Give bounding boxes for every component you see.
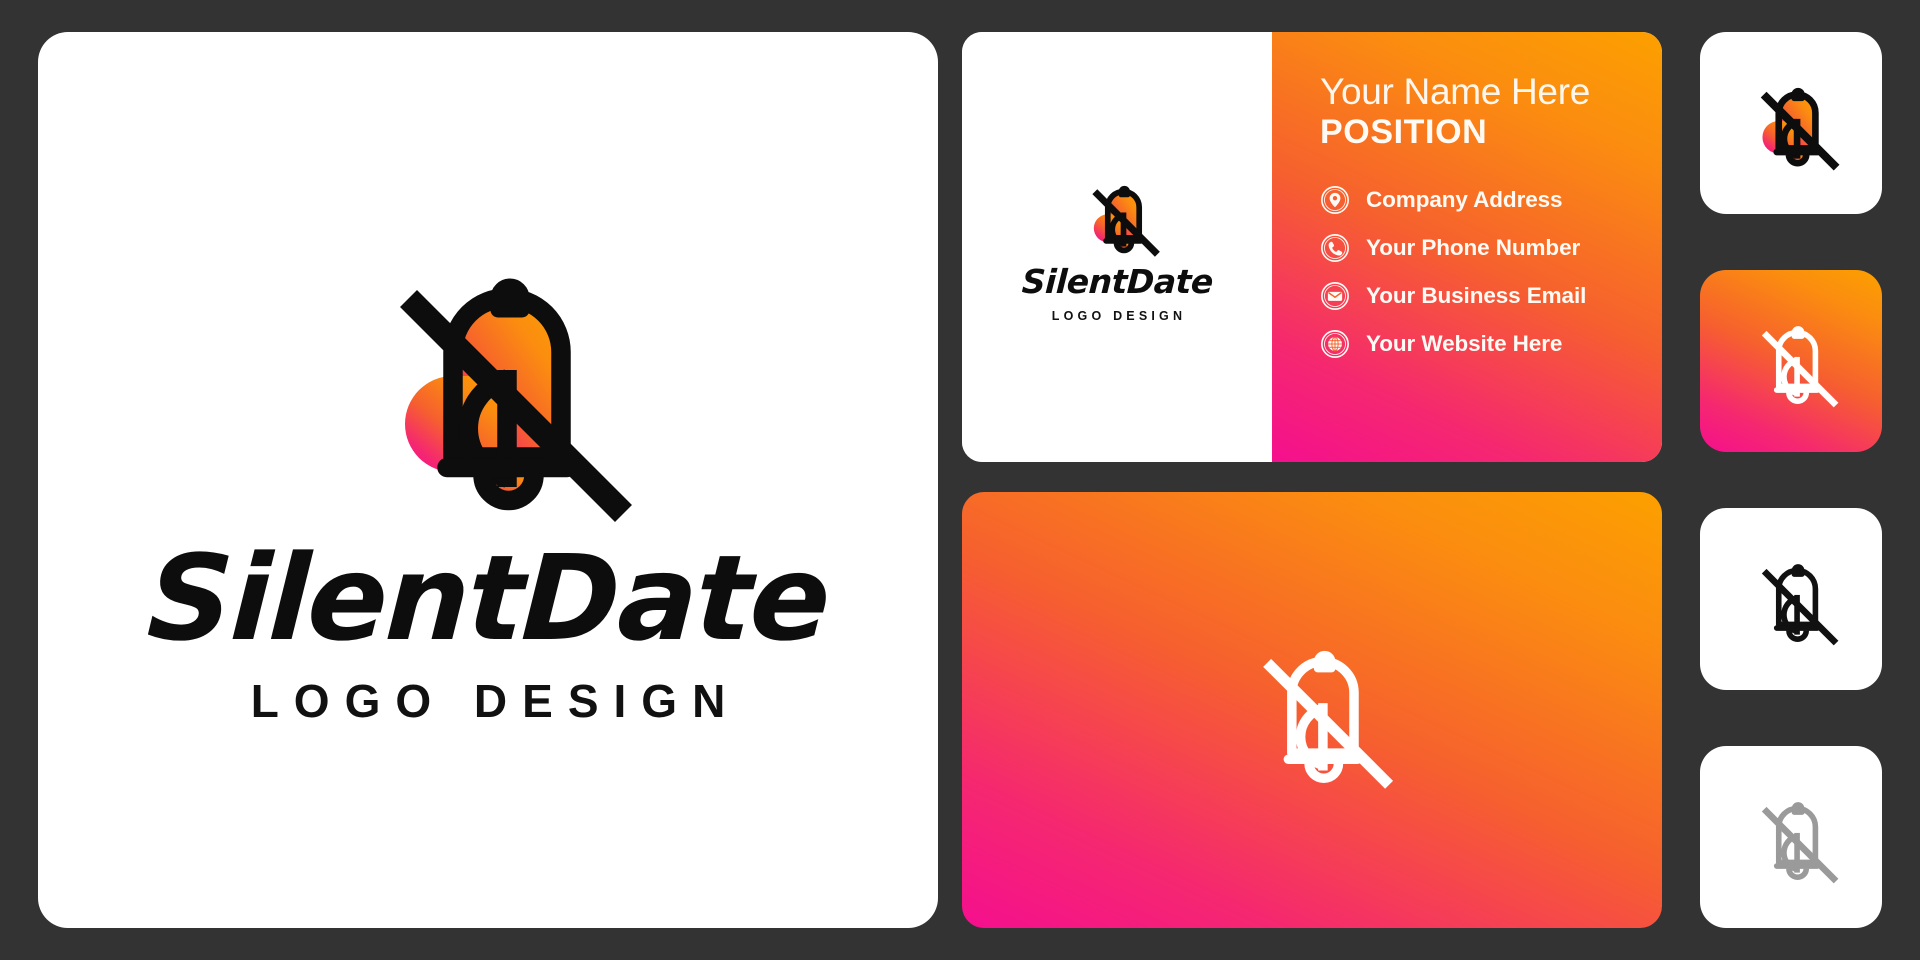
location-pin-icon — [1321, 186, 1349, 215]
bell-muted-heart-icon-color — [1760, 87, 1840, 171]
list-item-label: Company Address — [1366, 187, 1563, 213]
main-tagline: LOGO DESIGN — [250, 675, 741, 728]
variant-tile-color-on-white[interactable] — [1700, 32, 1882, 214]
business-card-back: Your Name Here POSITION Company Address — [1272, 32, 1662, 462]
bell-muted-heart-icon-white — [1761, 326, 1839, 408]
gradient-showcase-panel — [962, 492, 1662, 928]
page-title: SilentDate — [144, 528, 832, 667]
list-item: Your Phone Number — [1320, 233, 1662, 263]
business-card: SilentDate LOGO DESIGN Your Name Here PO… — [962, 32, 1662, 462]
variant-tile-gray-on-white[interactable] — [1700, 746, 1882, 928]
bell-muted-heart-icon-white — [1263, 650, 1394, 789]
icon-variant-column — [1700, 32, 1882, 928]
presentation-board: SilentDate LOGO DESIGN SilentDate LOGO D… — [0, 0, 1920, 960]
phone-icon — [1321, 234, 1349, 263]
list-item-label: Your Phone Number — [1366, 235, 1581, 261]
list-item: Your Business Email — [1320, 281, 1662, 311]
bell-muted-heart-icon-black — [1761, 564, 1839, 646]
list-item-label: Your Business Email — [1366, 283, 1587, 309]
globe-icon — [1321, 330, 1349, 359]
bell-muted-heart-icon — [1092, 185, 1160, 257]
contact-list: Company Address Your Phone Number Your B… — [1320, 185, 1662, 359]
list-item-label: Your Website Here — [1366, 331, 1563, 357]
variant-tile-black-on-white[interactable] — [1700, 508, 1882, 690]
card-contact-position: POSITION — [1320, 112, 1488, 151]
envelope-icon — [1321, 282, 1349, 311]
bell-muted-heart-icon — [400, 278, 632, 522]
card-wordmark: SilentDate — [1020, 261, 1214, 301]
list-item: Company Address — [1320, 185, 1662, 215]
card-tagline: LOGO DESIGN — [1051, 308, 1187, 323]
main-logo-panel: SilentDate LOGO DESIGN — [38, 32, 938, 928]
bell-muted-heart-icon-gray — [1761, 802, 1839, 884]
business-card-front: SilentDate LOGO DESIGN — [962, 32, 1272, 462]
card-contact-name: Your Name Here — [1320, 71, 1591, 112]
list-item: Your Website Here — [1320, 329, 1662, 359]
variant-tile-white-on-gradient[interactable] — [1700, 270, 1882, 452]
